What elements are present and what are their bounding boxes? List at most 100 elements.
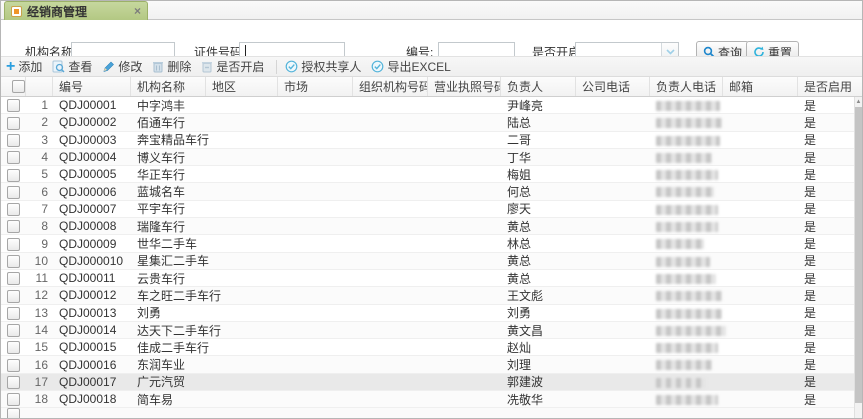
table-row[interactable]: 1QDJ00001中字鸿丰尹峰亮是 bbox=[1, 97, 856, 114]
cell-code: QDJ00012 bbox=[53, 288, 131, 302]
table-row[interactable]: 15QDJ00015佳成二手车行赵灿是 bbox=[1, 339, 856, 356]
row-checkbox[interactable] bbox=[7, 307, 20, 320]
delete-button[interactable]: 删除 bbox=[152, 58, 191, 75]
row-checkbox-cell bbox=[1, 133, 26, 147]
row-checkbox[interactable] bbox=[7, 341, 20, 354]
tab-dealer-management[interactable]: 经销商管理 × bbox=[4, 1, 148, 20]
row-checkbox[interactable] bbox=[7, 359, 20, 372]
check-circle-icon bbox=[371, 60, 384, 73]
row-checkbox[interactable] bbox=[7, 99, 20, 112]
vertical-scrollbar[interactable]: ▲ bbox=[854, 97, 862, 419]
cell-enabled: 是 bbox=[798, 339, 856, 356]
table-row[interactable]: 17QDJ00017广元汽贸郭建波是 bbox=[1, 374, 856, 391]
table-row[interactable]: 16QDJ00016东润车业刘理是 bbox=[1, 356, 856, 373]
toggle-enabled-label: 是否开启 bbox=[216, 58, 264, 75]
table-row[interactable]: 11QDJ00011云贵车行黄总是 bbox=[1, 270, 856, 287]
header-code[interactable]: 编号 bbox=[53, 77, 131, 96]
export-excel-button[interactable]: 导出EXCEL bbox=[371, 58, 450, 75]
header-enabled[interactable]: 是否启用 bbox=[798, 77, 862, 96]
cell-code: QDJ00003 bbox=[53, 133, 131, 147]
row-checkbox[interactable] bbox=[7, 186, 20, 199]
row-checkbox[interactable] bbox=[7, 272, 20, 285]
row-number: 11 bbox=[26, 271, 53, 285]
cell-enabled: 是 bbox=[798, 252, 856, 269]
table-row[interactable]: 13QDJ00013刘勇刘勇是 bbox=[1, 305, 856, 322]
row-number: 2 bbox=[26, 115, 53, 129]
row-number: 6 bbox=[26, 185, 53, 199]
censored-phone bbox=[656, 205, 718, 215]
row-checkbox[interactable] bbox=[7, 376, 20, 389]
cell-manager-phone bbox=[650, 306, 723, 320]
row-checkbox[interactable] bbox=[7, 151, 20, 164]
row-number: 14 bbox=[26, 323, 53, 337]
row-checkbox[interactable] bbox=[7, 117, 20, 130]
row-number: 15 bbox=[26, 340, 53, 354]
table-row[interactable]: 7QDJ00007平宇车行廖天是 bbox=[1, 201, 856, 218]
close-icon[interactable]: × bbox=[134, 5, 141, 17]
cell-code: QDJ00017 bbox=[53, 375, 131, 389]
table-row-partial bbox=[1, 408, 856, 419]
row-checkbox-cell bbox=[1, 357, 26, 371]
search-bar: 机构名称: 证件号码: 编号: 是否开启: 查询 重置 bbox=[1, 21, 862, 56]
cell-manager: 何总 bbox=[501, 183, 576, 200]
row-checkbox[interactable] bbox=[7, 220, 20, 233]
row-checkbox-cell bbox=[1, 288, 26, 302]
table-row[interactable]: 14QDJ00014达天下二手车行黄文昌是 bbox=[1, 322, 856, 339]
cell-manager: 陆总 bbox=[501, 114, 576, 131]
grid-body: 1QDJ00001中字鸿丰尹峰亮是2QDJ00002佰通车行陆总是3QDJ000… bbox=[1, 97, 856, 419]
row-number: 8 bbox=[26, 219, 53, 233]
row-checkbox[interactable] bbox=[7, 290, 20, 303]
header-manager-phone[interactable]: 负责人电话 bbox=[650, 77, 723, 96]
edit-button[interactable]: 修改 bbox=[102, 58, 142, 75]
scrollbar-thumb[interactable] bbox=[855, 107, 862, 403]
table-row[interactable]: 6QDJ00006蓝城名车何总是 bbox=[1, 183, 856, 200]
authorize-share-button[interactable]: 授权共享人 bbox=[285, 58, 361, 75]
header-manager[interactable]: 负责人 bbox=[501, 77, 576, 96]
table-row[interactable]: 18QDJ00018简车易冼敬华是 bbox=[1, 391, 856, 408]
select-all-cell bbox=[1, 77, 26, 96]
table-row[interactable]: 4QDJ00004博义车行丁华是 bbox=[1, 149, 856, 166]
toggle-enabled-button[interactable]: 是否开启 bbox=[201, 58, 264, 75]
censored-phone bbox=[656, 257, 710, 267]
row-checkbox[interactable] bbox=[7, 169, 20, 182]
add-button[interactable]: + 添加 bbox=[6, 58, 42, 75]
cell-manager-phone bbox=[650, 167, 723, 181]
table-row[interactable]: 3QDJ00003奔宝精品车行二哥是 bbox=[1, 132, 856, 149]
header-email[interactable]: 邮箱 bbox=[723, 77, 798, 96]
row-checkbox[interactable] bbox=[7, 203, 20, 216]
edit-button-label: 修改 bbox=[118, 58, 142, 75]
cell-name: 佰通车行 bbox=[131, 114, 206, 131]
grid-header-row: 编号 机构名称 地区 市场 组织机构号码 营业执照号码 负责人 公司电话 负责人… bbox=[1, 77, 862, 97]
cell-manager-phone bbox=[650, 98, 723, 112]
header-region[interactable]: 地区 bbox=[206, 77, 278, 96]
table-row[interactable]: 2QDJ00002佰通车行陆总是 bbox=[1, 114, 856, 131]
view-button[interactable]: 查看 bbox=[52, 58, 92, 75]
row-number: 13 bbox=[26, 306, 53, 320]
header-name[interactable]: 机构名称 bbox=[131, 77, 206, 96]
header-market[interactable]: 市场 bbox=[278, 77, 353, 96]
row-checkbox[interactable] bbox=[7, 134, 20, 147]
table-row[interactable]: 5QDJ00005华正车行梅姐是 bbox=[1, 166, 856, 183]
row-checkbox[interactable] bbox=[7, 238, 20, 251]
cell-code: QDJ00013 bbox=[53, 306, 131, 320]
row-checkbox[interactable] bbox=[7, 393, 20, 406]
scroll-up-icon[interactable]: ▲ bbox=[855, 98, 862, 106]
table-row[interactable]: 10QDJ000010星集汇二手车黄总是 bbox=[1, 253, 856, 270]
cell-name: 中字鸿丰 bbox=[131, 97, 206, 114]
select-all-checkbox[interactable] bbox=[12, 80, 25, 93]
table-row[interactable]: 8QDJ00008瑞隆车行黄总是 bbox=[1, 218, 856, 235]
header-company-phone[interactable]: 公司电话 bbox=[576, 77, 650, 96]
cell-enabled: 是 bbox=[798, 183, 856, 200]
trash-icon bbox=[152, 60, 164, 73]
table-row[interactable]: 12QDJ00012车之旺二手车行王文彪是 bbox=[1, 287, 856, 304]
header-license[interactable]: 营业执照号码 bbox=[428, 77, 501, 96]
censored-phone bbox=[656, 118, 722, 128]
row-checkbox[interactable] bbox=[7, 324, 20, 337]
cell-enabled: 是 bbox=[798, 200, 856, 217]
header-org-code[interactable]: 组织机构号码 bbox=[353, 77, 428, 96]
row-checkbox-cell bbox=[1, 184, 26, 198]
row-checkbox[interactable] bbox=[7, 255, 20, 268]
censored-phone bbox=[656, 274, 716, 284]
table-row[interactable]: 9QDJ00009世华二手车林总是 bbox=[1, 235, 856, 252]
pencil-icon bbox=[102, 60, 115, 73]
